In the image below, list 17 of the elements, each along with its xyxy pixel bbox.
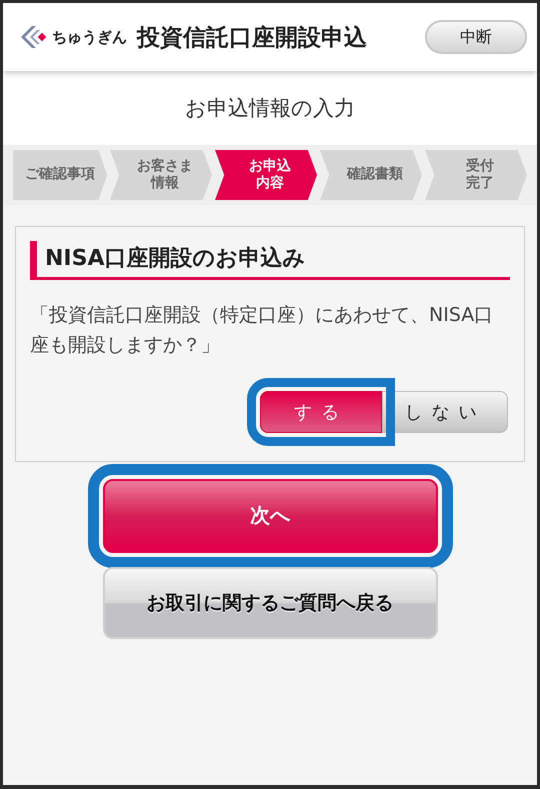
step-label: 完了 [466,175,494,192]
step-label: お客さま [137,158,193,175]
step-label: 内容 [255,175,285,192]
step-label: 確認書類 [347,166,403,184]
section-heading: NISA口座開設のお申込み [30,241,510,280]
page-title: お申込情報の入力 [185,95,355,122]
step-label: ご確認事項 [25,166,95,184]
logo-text: ちゅうぎん [52,28,127,46]
step-label: お申込 [249,158,291,174]
cancel-button[interactable]: 中断 [425,20,527,54]
back-button[interactable]: お取引に関するご質問へ戻る [102,566,438,639]
step-label: 受付 [466,158,494,174]
logo-icon [21,24,47,50]
question-text: 「投資信託口座開設（特定口座）にあわせて、NISA口座も開設しますか？」 [30,303,494,358]
option-button[interactable]: しない [382,390,508,433]
step-label: 情報 [149,175,180,192]
app-title: 投資信託口座開設申込 [137,24,368,52]
